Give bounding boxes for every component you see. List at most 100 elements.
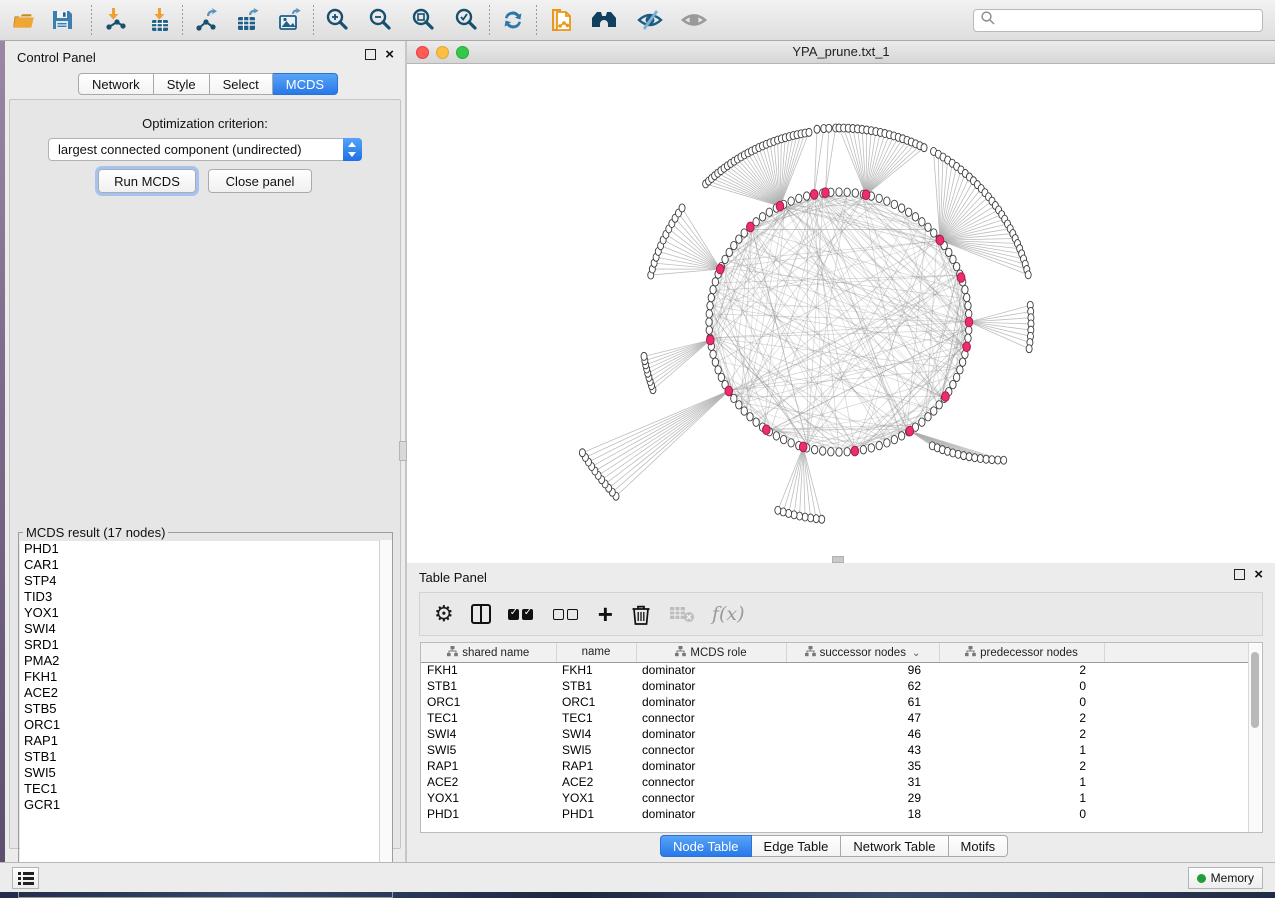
run-mcds-button[interactable]: Run MCDS: [98, 169, 196, 193]
delete-column-icon[interactable]: [630, 599, 652, 629]
mcds-result-item[interactable]: GCR1: [20, 797, 391, 813]
mcds-hub-node[interactable]: [963, 342, 971, 352]
table-row[interactable]: ORC1ORC1dominator610: [421, 694, 1249, 710]
tab-network[interactable]: Network: [78, 73, 154, 95]
mcds-result-item[interactable]: ACE2: [20, 685, 391, 701]
table-row[interactable]: PHD1PHD1dominator180: [421, 806, 1249, 822]
maximize-window-icon[interactable]: [456, 46, 469, 59]
column-header-name[interactable]: name: [556, 643, 636, 662]
binoculars-icon[interactable]: [589, 5, 619, 35]
select-all-icon[interactable]: [508, 599, 536, 629]
tab-motifs[interactable]: Motifs: [949, 835, 1009, 857]
close-table-panel-icon[interactable]: ×: [1254, 569, 1263, 580]
float-panel-icon[interactable]: [365, 49, 376, 60]
task-history-button[interactable]: [12, 867, 39, 889]
table-panel-divider-handle[interactable]: [832, 556, 844, 563]
mcds-hub-node[interactable]: [716, 264, 724, 274]
table-row[interactable]: FKH1FKH1dominator962: [421, 662, 1249, 678]
search-input[interactable]: [996, 14, 1256, 28]
table-row[interactable]: ACE2ACE2connector311: [421, 774, 1249, 790]
mcds-hub-node[interactable]: [862, 190, 870, 200]
tab-network-table[interactable]: Network Table: [841, 835, 948, 857]
mcds-hub-node[interactable]: [942, 392, 950, 402]
mcds-hub-node[interactable]: [706, 335, 714, 345]
close-panel-button[interactable]: Close panel: [208, 169, 312, 193]
panel-divider-handle[interactable]: [399, 441, 407, 461]
column-header-MCDS-role[interactable]: MCDS role: [636, 643, 786, 662]
table-row[interactable]: SWI5SWI5connector431: [421, 742, 1249, 758]
table-scrollbar-thumb[interactable]: [1251, 652, 1259, 728]
minimize-window-icon[interactable]: [436, 46, 449, 59]
mcds-result-item[interactable]: STB5: [20, 701, 391, 717]
mcds-result-item[interactable]: PMA2: [20, 653, 391, 669]
search-box[interactable]: [973, 9, 1263, 32]
mcds-hub-node[interactable]: [822, 188, 830, 198]
mcds-hub-node[interactable]: [725, 386, 733, 396]
mcds-hub-node[interactable]: [906, 426, 914, 436]
mcds-result-item[interactable]: SRD1: [20, 637, 391, 653]
tab-style[interactable]: Style: [154, 73, 210, 95]
tab-edge-table[interactable]: Edge Table: [752, 835, 842, 857]
mcds-result-item[interactable]: PHD1: [20, 541, 391, 557]
column-header-successor-nodes[interactable]: successor nodes⌄: [786, 643, 939, 662]
mcds-hub-node[interactable]: [747, 222, 755, 232]
import-table-icon[interactable]: [144, 5, 174, 35]
mcds-list-scrollbar[interactable]: [379, 540, 392, 880]
zoom-fit-icon[interactable]: [408, 5, 438, 35]
mcds-hub-node[interactable]: [810, 190, 818, 200]
mcds-result-item[interactable]: SWI4: [20, 621, 391, 637]
mcds-result-item[interactable]: SWI5: [20, 765, 391, 781]
tab-select[interactable]: Select: [210, 73, 273, 95]
mcds-result-item[interactable]: TEC1: [20, 781, 391, 797]
table-row[interactable]: STB1STB1dominator620: [421, 678, 1249, 694]
hide-selected-icon[interactable]: [635, 5, 665, 35]
open-file-icon[interactable]: [8, 5, 38, 35]
mcds-hub-node[interactable]: [936, 235, 944, 245]
table-scrollbar[interactable]: [1248, 644, 1261, 832]
column-header-predecessor-nodes[interactable]: predecessor nodes: [939, 643, 1104, 662]
memory-button[interactable]: Memory: [1188, 867, 1263, 889]
column-header-shared-name[interactable]: shared name: [421, 643, 556, 662]
table-row[interactable]: RAP1RAP1dominator352: [421, 758, 1249, 774]
mcds-hub-node[interactable]: [965, 317, 973, 327]
mcds-result-item[interactable]: TID3: [20, 589, 391, 605]
zoom-out-icon[interactable]: [365, 5, 395, 35]
mcds-result-item[interactable]: FKH1: [20, 669, 391, 685]
float-table-panel-icon[interactable]: [1234, 569, 1245, 580]
add-column-icon[interactable]: +: [598, 599, 613, 629]
table-row[interactable]: TEC1TEC1connector472: [421, 710, 1249, 726]
optimization-criterion-select[interactable]: largest connected component (undirected): [48, 138, 362, 161]
mcds-result-item[interactable]: ORC1: [20, 717, 391, 733]
mcds-result-item[interactable]: CAR1: [20, 557, 391, 573]
zoom-in-icon[interactable]: [322, 5, 352, 35]
mcds-hub-node[interactable]: [776, 201, 784, 211]
mcds-hub-node[interactable]: [851, 446, 859, 456]
column-settings-gear-icon[interactable]: ⚙: [434, 599, 454, 629]
deselect-all-icon[interactable]: [553, 599, 581, 629]
save-session-icon[interactable]: [47, 5, 77, 35]
show-columns-icon[interactable]: [471, 599, 491, 629]
close-window-icon[interactable]: [416, 46, 429, 59]
network-window-titlebar[interactable]: YPA_prune.txt_1: [407, 41, 1275, 64]
export-table-icon[interactable]: [233, 5, 263, 35]
mcds-hub-node[interactable]: [763, 425, 771, 435]
mcds-hub-node[interactable]: [799, 442, 807, 452]
new-network-from-selection-icon[interactable]: [545, 5, 575, 35]
export-network-icon[interactable]: [191, 5, 221, 35]
mcds-hub-node[interactable]: [957, 273, 965, 283]
import-network-icon[interactable]: [100, 5, 130, 35]
mcds-result-item[interactable]: RAP1: [20, 733, 391, 749]
show-all-icon[interactable]: [679, 5, 709, 35]
table-row[interactable]: YOX1YOX1connector291: [421, 790, 1249, 806]
tab-node-table[interactable]: Node Table: [660, 835, 752, 857]
mcds-result-item[interactable]: YOX1: [20, 605, 391, 621]
table-row[interactable]: SWI4SWI4dominator462: [421, 726, 1249, 742]
zoom-selected-icon[interactable]: [451, 5, 481, 35]
close-panel-icon[interactable]: ×: [385, 49, 394, 60]
export-image-icon[interactable]: [275, 5, 305, 35]
tab-mcds[interactable]: MCDS: [273, 73, 338, 95]
mcds-result-item[interactable]: STP4: [20, 573, 391, 589]
mcds-result-item[interactable]: STB1: [20, 749, 391, 765]
network-canvas[interactable]: [407, 64, 1275, 563]
apply-layout-icon[interactable]: [498, 5, 528, 35]
